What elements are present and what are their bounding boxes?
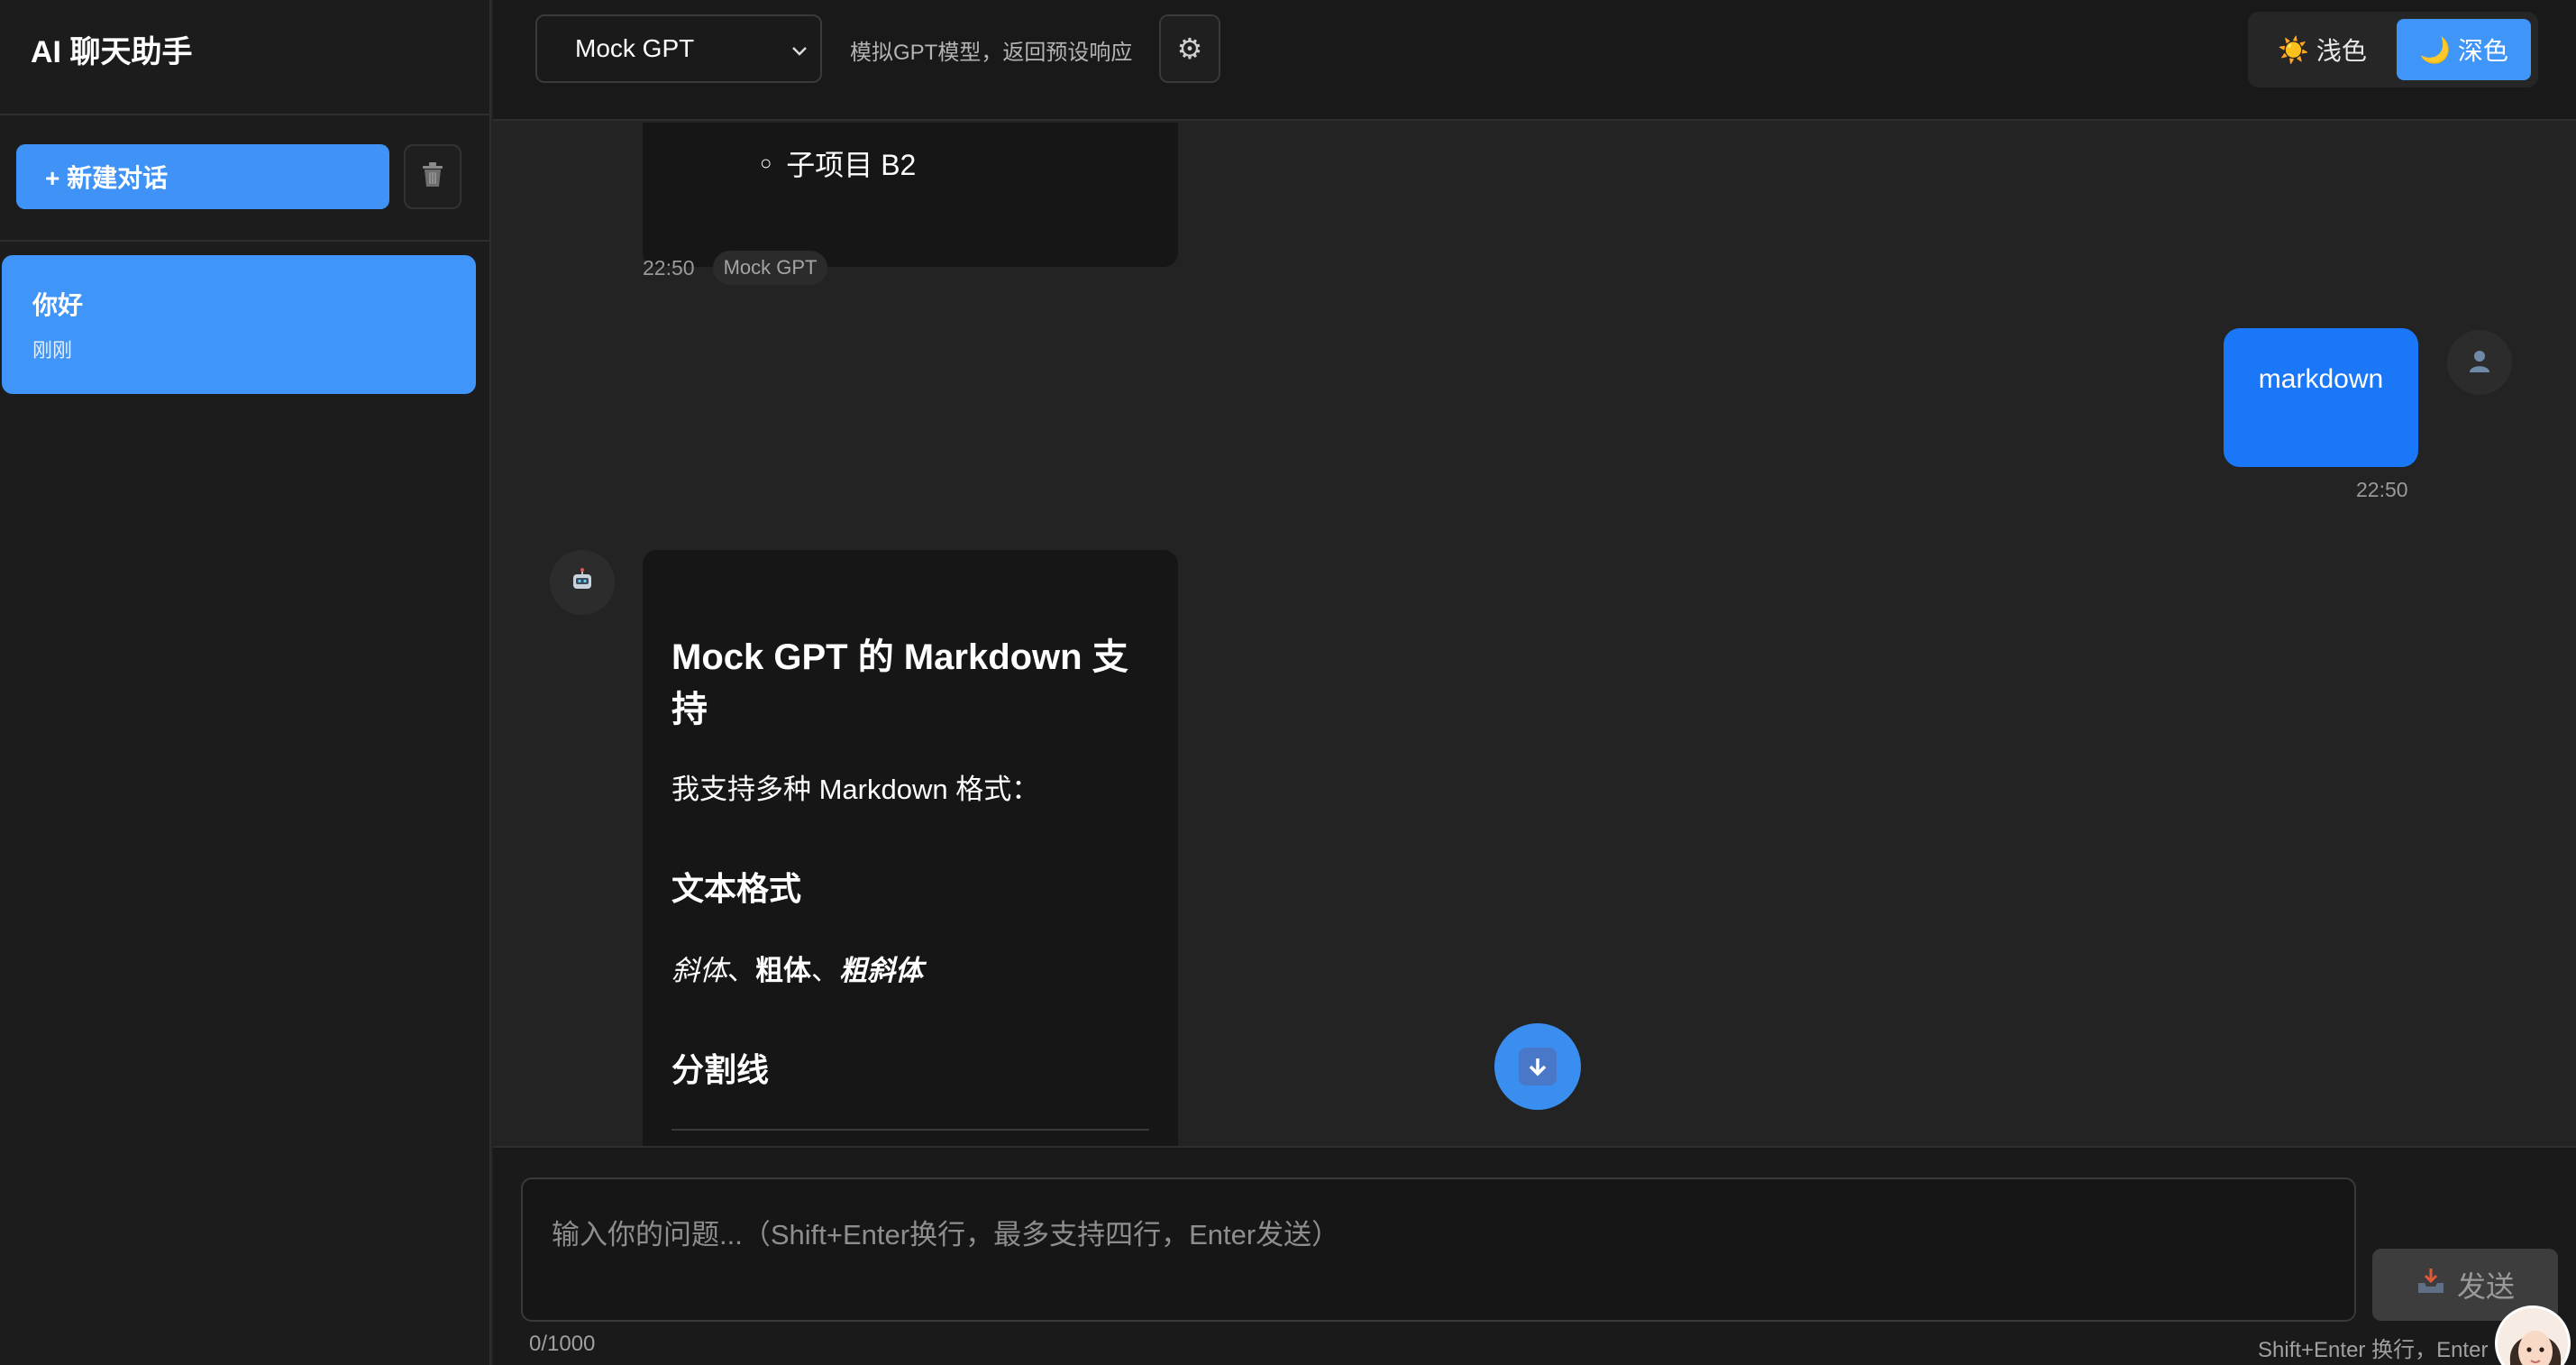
markdown-divider: [671, 1129, 1149, 1131]
model-select-value: Mock GPT: [575, 34, 695, 62]
model-description: 模拟GPT模型，返回预设响应: [850, 41, 1133, 65]
bot-avatar: [550, 550, 615, 615]
bold-text: 粗体: [755, 955, 811, 986]
gear-icon: ⚙: [1176, 32, 1203, 65]
markdown-heading-2: 分割线: [671, 1051, 770, 1088]
separator: 、: [811, 955, 839, 986]
list-item: ○ 子项目 B2: [760, 142, 916, 184]
theme-light-button[interactable]: ☀️ 浅色: [2255, 19, 2389, 80]
settings-button[interactable]: ⚙: [1159, 14, 1220, 83]
scroll-to-bottom-button[interactable]: [1494, 1023, 1581, 1110]
theme-switch: ☀️ 浅色 🌙 深色: [2248, 12, 2538, 87]
separator: 、: [727, 955, 755, 986]
bold-italic-text: 粗斜体: [839, 955, 923, 986]
top-bar: Mock GPT 模拟GPT模型，返回预设响应 ⚙ ☀️ 浅色 🌙 深色: [493, 0, 2576, 121]
delete-conversation-button[interactable]: [404, 144, 461, 209]
inbox-tray-icon: [2416, 1267, 2446, 1303]
new-chat-button[interactable]: + 新建对话: [16, 144, 389, 209]
moon-icon: 🌙: [2419, 35, 2451, 64]
input-hint: Shift+Enter 换行，Enter: [2258, 1338, 2489, 1362]
char-count: 0/1000: [529, 1332, 596, 1356]
app-root: AI 聊天助手 + 新建对话 你好 刚刚 Mock GPT 模拟GPT模型，返回…: [0, 0, 2576, 1365]
trash-icon: [421, 161, 444, 193]
message-time: 22:50: [643, 255, 695, 279]
markdown-heading-1: Mock GPT 的 Markdown 支持: [671, 637, 1128, 729]
conversation-time: 刚刚: [32, 339, 73, 362]
markdown-paragraph: 我支持多种 Markdown 格式：: [671, 774, 1040, 805]
theme-dark-label: 深色: [2457, 37, 2508, 65]
sidebar-header: AI 聊天助手: [0, 0, 489, 115]
assistant-message-bubble: ○ 子项目 B2: [643, 123, 1178, 267]
model-select[interactable]: Mock GPT: [535, 14, 822, 83]
input-area: 发送 0/1000 Shift+Enter 换行，Enter: [493, 1146, 2576, 1365]
user-icon: [2466, 347, 2493, 379]
message-meta: 22:50 Mock GPT: [643, 251, 828, 285]
user-avatar: [2447, 330, 2512, 395]
message-list[interactable]: ○ 子项目 B2 22:50 Mock GPT markdown 22:50 M…: [493, 123, 2576, 1146]
arrow-down-icon: [1519, 1048, 1557, 1086]
send-label: 发送: [2456, 1270, 2515, 1303]
list-item-text: 子项目 B2: [786, 149, 917, 181]
message-time: 22:50: [2356, 478, 2408, 501]
markdown-format-line: 斜体、粗体、粗斜体: [671, 948, 1149, 988]
app-title: AI 聊天助手: [31, 35, 193, 69]
chevron-down-icon: [791, 34, 808, 63]
conversation-item[interactable]: 你好 刚刚: [2, 255, 476, 394]
conversation-title: 你好: [32, 291, 84, 319]
sun-icon: ☀️: [2278, 35, 2309, 64]
theme-dark-button[interactable]: 🌙 深色: [2397, 19, 2531, 80]
theme-light-label: 浅色: [2316, 37, 2367, 65]
markdown-heading-2: 文本格式: [671, 870, 802, 907]
italic-text: 斜体: [671, 955, 727, 986]
user-message-bubble: markdown: [2224, 328, 2418, 467]
sidebar: AI 聊天助手 + 新建对话 你好 刚刚: [0, 0, 491, 1365]
bullet-icon: ○: [760, 151, 772, 174]
model-tag: Mock GPT: [712, 251, 828, 285]
chat-input[interactable]: [521, 1177, 2356, 1322]
robot-icon: [569, 567, 596, 599]
assistant-message-bubble: Mock GPT 的 Markdown 支持 我支持多种 Markdown 格式…: [643, 550, 1178, 1146]
